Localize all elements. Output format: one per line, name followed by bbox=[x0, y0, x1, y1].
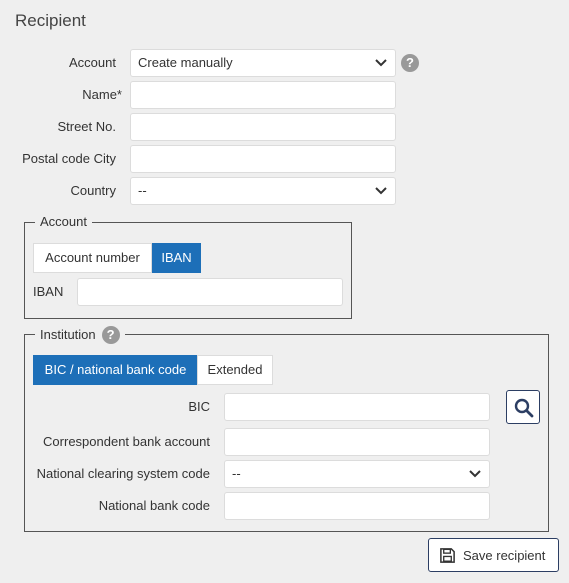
postal-code-city-label: Postal code City bbox=[22, 151, 116, 166]
country-label: Country bbox=[70, 183, 116, 198]
correspondent-bank-account-field[interactable] bbox=[224, 428, 490, 456]
national-bank-code-field[interactable] bbox=[224, 492, 490, 520]
save-recipient-label: Save recipient bbox=[463, 547, 546, 563]
account-label: Account bbox=[69, 55, 116, 70]
national-clearing-system-code-select[interactable]: -- bbox=[224, 460, 490, 488]
save-icon bbox=[440, 547, 455, 563]
institution-group-legend: Institution ? bbox=[35, 326, 125, 344]
name-field[interactable] bbox=[130, 81, 396, 109]
postal-code-city-field[interactable] bbox=[130, 145, 396, 173]
search-icon bbox=[514, 398, 534, 418]
name-label: Name* bbox=[82, 87, 122, 102]
save-recipient-button[interactable]: Save recipient bbox=[428, 538, 559, 572]
account-group-legend: Account bbox=[35, 214, 92, 230]
institution-legend-text: Institution bbox=[40, 327, 96, 342]
page-title: Recipient bbox=[15, 11, 86, 30]
national-clearing-system-code-label: National clearing system code bbox=[36, 466, 210, 481]
correspondent-bank-account-label: Correspondent bank account bbox=[43, 434, 210, 449]
iban-field[interactable] bbox=[77, 278, 343, 306]
help-icon[interactable]: ? bbox=[101, 326, 120, 344]
account-select-value: Create manually bbox=[138, 55, 233, 70]
country-select-value: -- bbox=[138, 183, 147, 198]
chevron-down-icon bbox=[375, 59, 387, 67]
country-select[interactable]: -- bbox=[130, 177, 396, 205]
chevron-down-icon bbox=[469, 470, 481, 478]
iban-label: IBAN bbox=[33, 284, 64, 299]
street-field[interactable] bbox=[130, 113, 396, 141]
tab-iban[interactable]: IBAN bbox=[152, 243, 201, 273]
search-button[interactable] bbox=[506, 390, 540, 424]
bic-field[interactable] bbox=[224, 393, 490, 421]
national-bank-code-label: National bank code bbox=[98, 498, 210, 513]
street-label: Street No. bbox=[57, 119, 116, 134]
chevron-down-icon bbox=[375, 187, 387, 195]
account-select[interactable]: Create manually bbox=[130, 49, 396, 77]
tab-bic-national-bank-code[interactable]: BIC / national bank code bbox=[33, 355, 198, 385]
tab-account-number[interactable]: Account number bbox=[33, 243, 152, 273]
clearing-select-value: -- bbox=[232, 466, 241, 481]
tab-extended[interactable]: Extended bbox=[197, 355, 273, 385]
bic-label: BIC bbox=[188, 399, 210, 414]
help-icon[interactable]: ? bbox=[401, 54, 419, 72]
